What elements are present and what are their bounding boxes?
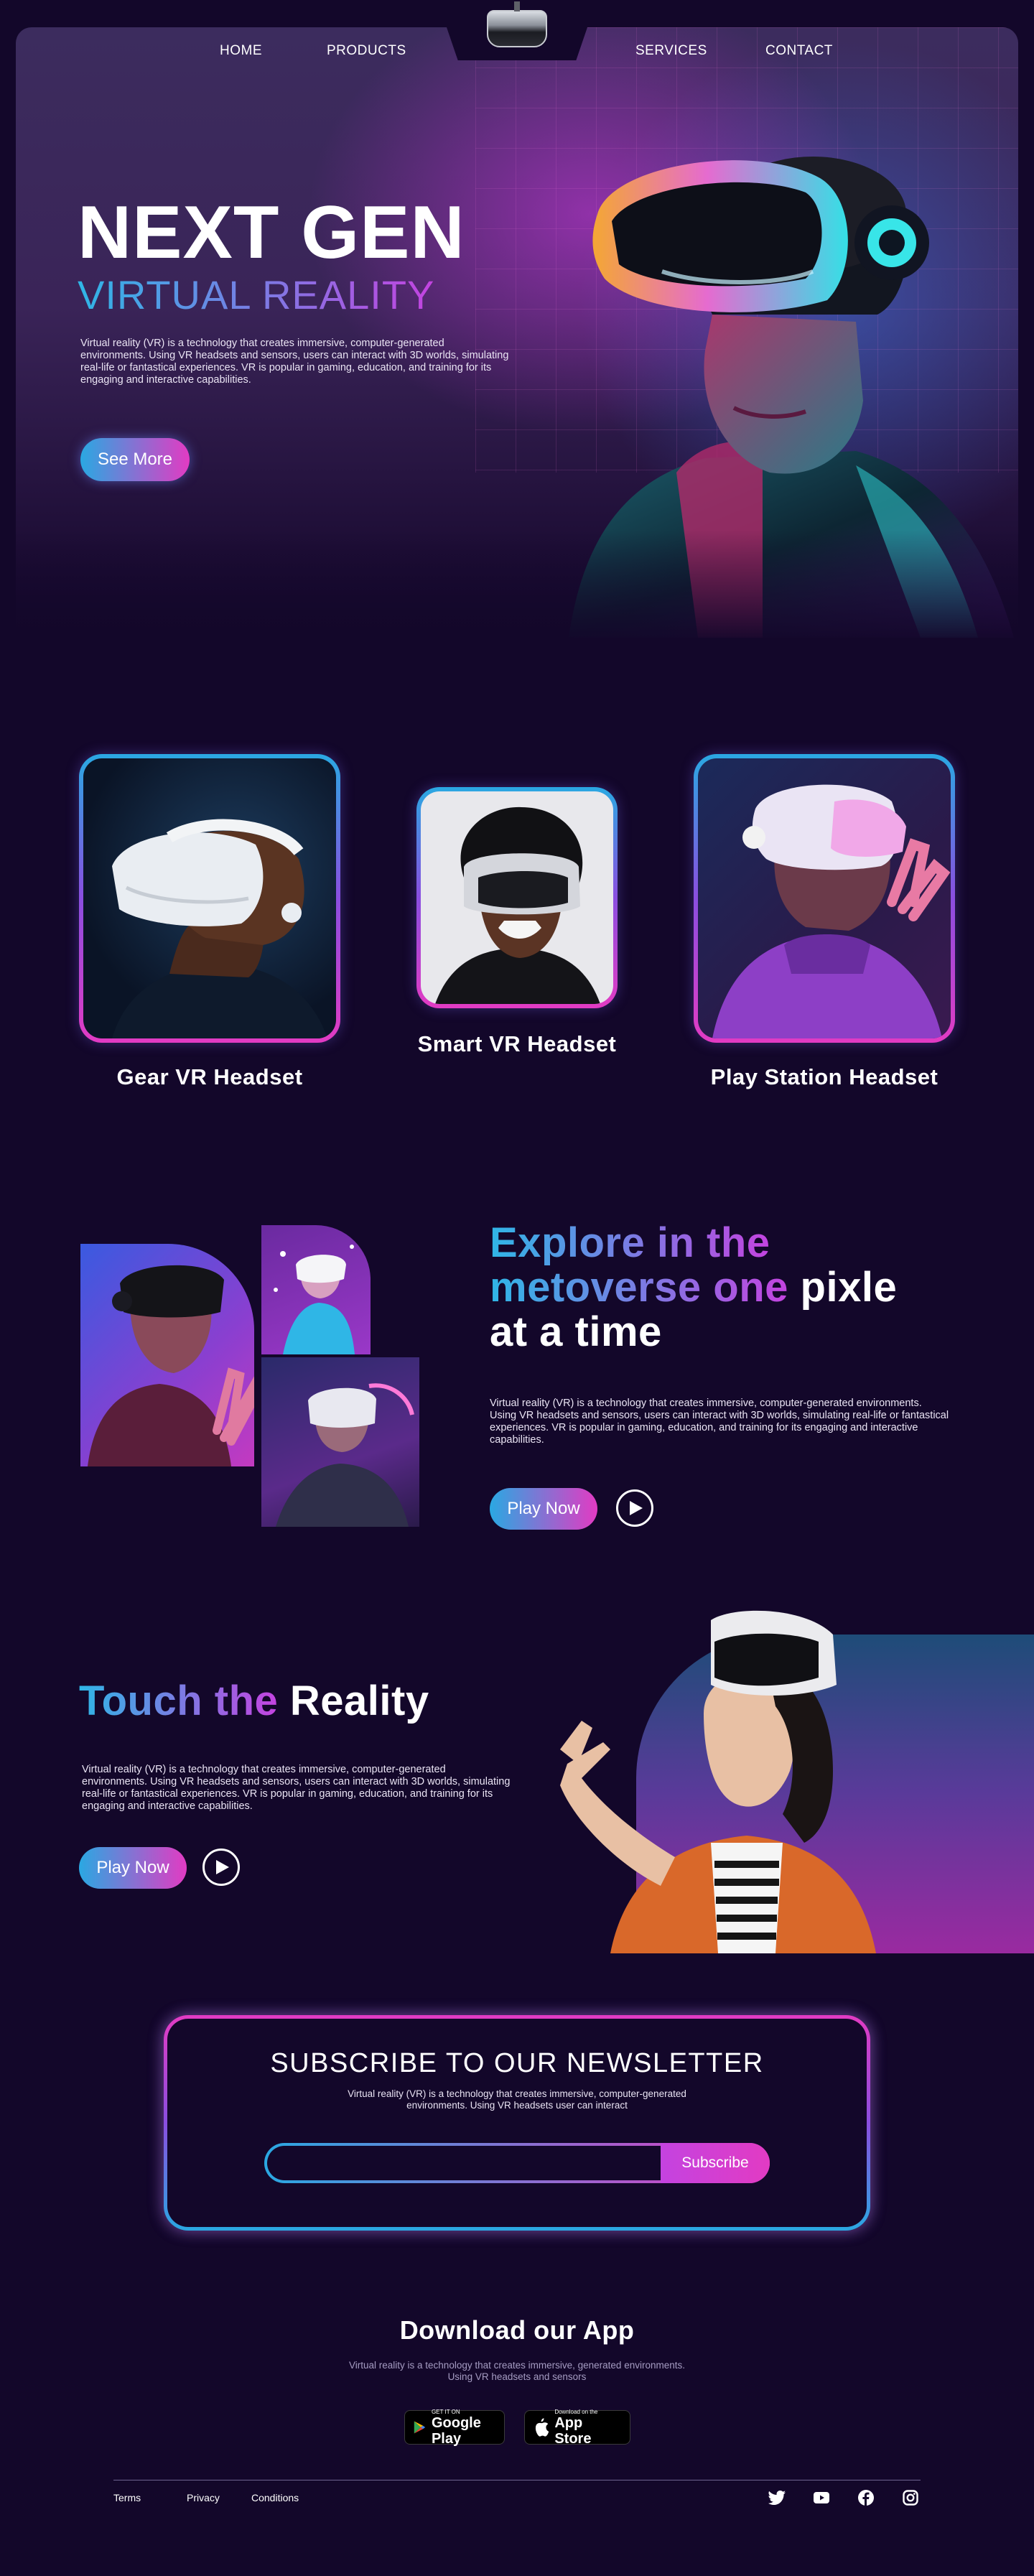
smart-vr-person-image	[435, 806, 600, 1004]
touch-heading-plain: Reality	[289, 1678, 429, 1724]
play-icon	[216, 1860, 229, 1874]
touch-heading: Touch the Reality	[79, 1679, 539, 1724]
footer-terms-link[interactable]: Terms	[113, 2492, 141, 2503]
nav-services[interactable]: SERVICES	[635, 43, 707, 59]
instagram-icon[interactable]	[899, 2486, 922, 2509]
newsletter-paragraph: Virtual reality (VR) is a technology tha…	[348, 2088, 686, 2111]
touch-play-now-button[interactable]: Play Now	[79, 1847, 187, 1889]
explore-paragraph: Virtual reality (VR) is a technology tha…	[490, 1398, 949, 1446]
touch-play-video-button[interactable]	[202, 1849, 240, 1886]
google-play-text: GET IT ON Google Play	[432, 2409, 495, 2447]
see-more-button[interactable]: See More	[80, 438, 190, 481]
explore-heading-line2-plain: pixle	[800, 1264, 898, 1311]
smart-vr-image	[421, 791, 613, 1004]
app-paragraph: Virtual reality is a technology that cre…	[0, 2360, 1034, 2383]
vr-man-jacket-image	[276, 1383, 414, 1527]
explore-play-video-button[interactable]	[616, 1489, 653, 1527]
nav-contact[interactable]: CONTACT	[765, 43, 833, 59]
play-station-image	[698, 758, 951, 1038]
youtube-icon[interactable]	[810, 2486, 833, 2509]
gear-vr-label: Gear VR Headset	[116, 1064, 303, 1089]
hero-subtitle: VIRTUAL REALITY	[78, 272, 435, 317]
vr-woman-pointing-image	[560, 1610, 876, 1953]
vr-man-waving-image	[88, 1265, 254, 1466]
apple-icon	[535, 2418, 549, 2437]
explore-heading-line3: at a time	[490, 1308, 662, 1355]
google-play-small-text: GET IT ON	[431, 2408, 460, 2415]
explore-heading-line1: Explore in the	[490, 1219, 770, 1266]
app-store-big-text: App Store	[554, 2414, 592, 2447]
explore-play-now-button[interactable]: Play Now	[490, 1488, 597, 1530]
newsletter-title: SUBSCRIBE TO OUR NEWSLETTER	[270, 2048, 764, 2078]
facebook-icon[interactable]	[854, 2486, 877, 2509]
app-paragraph-line2: Using VR headsets and sensors	[447, 2371, 587, 2382]
explore-heading: Explore in the metoverse one pixle at a …	[490, 1221, 992, 1354]
footer-conditions-link[interactable]: Conditions	[251, 2492, 299, 2503]
app-paragraph-line1: Virtual reality is a technology that cre…	[349, 2360, 685, 2371]
explore-heading-line2-gradient: metoverse one	[490, 1264, 788, 1311]
nav-products[interactable]: PRODUCTS	[327, 43, 406, 59]
play-icon	[630, 1501, 643, 1515]
app-store-badge[interactable]: Download on the App Store	[524, 2409, 630, 2447]
touch-paragraph: Virtual reality (VR) is a technology tha…	[82, 1764, 511, 1812]
app-store-small-text: Download on the	[554, 2408, 598, 2415]
subscribe-button[interactable]: Subscribe	[661, 2143, 770, 2183]
play-station-person-image	[712, 784, 951, 1038]
smart-vr-label: Smart VR Headset	[417, 1031, 617, 1056]
newsletter-box	[164, 2015, 870, 2231]
gear-vr-card[interactable]	[79, 754, 340, 1043]
vr-dancer-image	[274, 1245, 355, 1354]
hero-section	[16, 27, 1018, 645]
play-station-label: Play Station Headset	[710, 1064, 938, 1089]
app-store-text: Download on the App Store	[554, 2409, 621, 2447]
vr-headset-logo-icon[interactable]	[487, 1, 547, 47]
footer-privacy-link[interactable]: Privacy	[187, 2492, 220, 2503]
smart-vr-card[interactable]	[416, 787, 618, 1008]
explore-collage-image-1	[80, 1244, 254, 1466]
explore-collage-image-3	[261, 1357, 419, 1527]
gear-vr-image	[83, 758, 336, 1038]
explore-collage-image-2	[261, 1225, 371, 1354]
play-station-card[interactable]	[694, 754, 955, 1043]
nav-home[interactable]: HOME	[220, 43, 262, 59]
hero-title: NEXT GEN	[78, 191, 465, 274]
app-title: Download our App	[399, 2315, 635, 2345]
hero-paragraph: Virtual reality (VR) is a technology tha…	[80, 338, 509, 386]
google-play-icon	[414, 2421, 426, 2434]
google-play-badge[interactable]: GET IT ON Google Play	[404, 2409, 505, 2447]
twitter-icon[interactable]	[765, 2486, 788, 2509]
gear-vr-person-image	[112, 819, 327, 1038]
hero-bottom-fade	[16, 530, 1018, 645]
touch-heading-gradient: Touch the	[79, 1678, 279, 1724]
google-play-big-text: Google Play	[431, 2414, 481, 2447]
